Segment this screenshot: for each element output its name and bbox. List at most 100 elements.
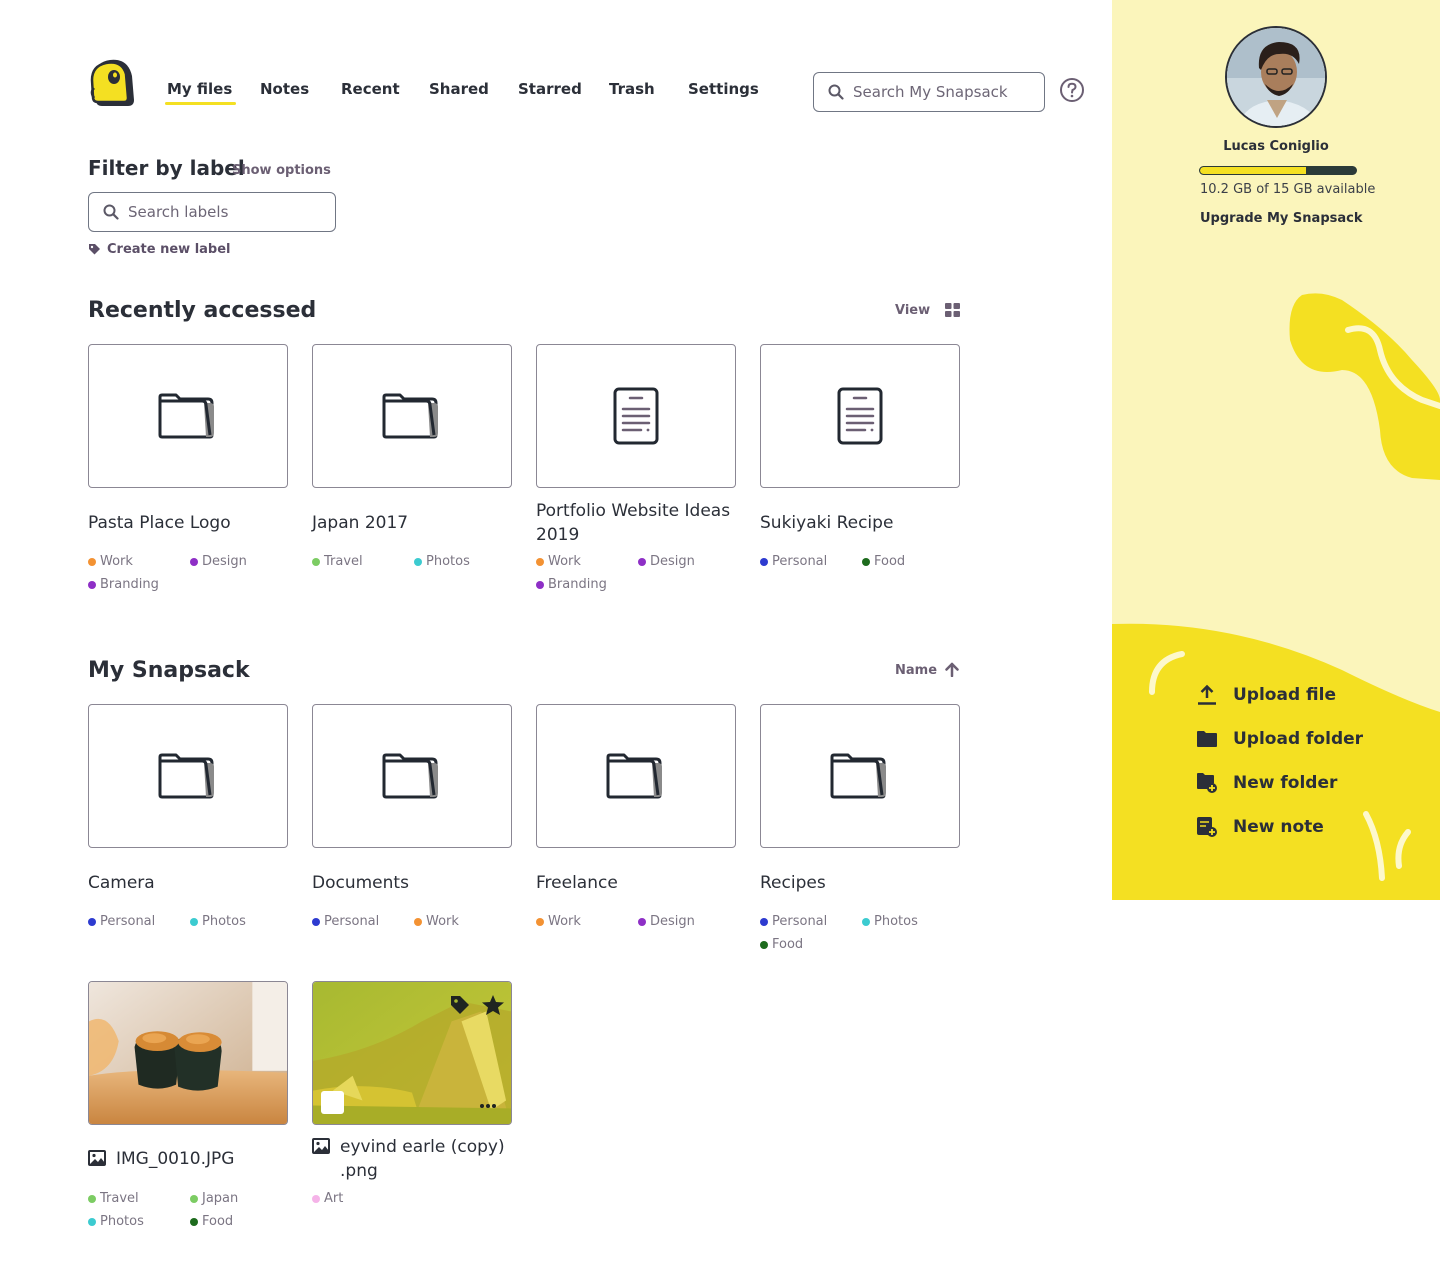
label-chip[interactable]: Work [88, 554, 133, 569]
image-title: eyvind earle (copy) .png [340, 1137, 505, 1181]
snapsack-logo[interactable] [88, 56, 138, 110]
storage-progress-bar [1199, 166, 1357, 175]
label-chip[interactable]: Work [536, 554, 581, 569]
user-name: Lucas Coniglio [1223, 139, 1329, 154]
folder-thumbnail[interactable] [760, 704, 960, 848]
search-labels-placeholder: Search labels [128, 203, 229, 221]
label-chip[interactable]: Design [190, 554, 247, 569]
more-options-icon[interactable] [479, 1103, 497, 1109]
search-input[interactable]: Search My Snapsack [813, 72, 1045, 112]
label-chip[interactable]: Work [536, 914, 581, 929]
image-thumbnail[interactable] [312, 981, 512, 1125]
image-title: IMG_0010.JPG [116, 1149, 235, 1169]
search-labels-input[interactable]: Search labels [88, 192, 336, 232]
upload-folder-label: Upload folder [1233, 729, 1364, 749]
note-thumbnail[interactable] [536, 344, 736, 488]
new-folder-label: New folder [1233, 773, 1338, 793]
file-title: Sukiyaki Recipe [760, 513, 894, 533]
folder-thumbnail[interactable] [88, 344, 288, 488]
folder-icon [1196, 728, 1218, 750]
sushi-photo [89, 982, 287, 1124]
label-chip[interactable]: Personal [312, 914, 379, 929]
image-card[interactable]: IMG_0010.JPG Travel Japan Photos Food [88, 981, 288, 1229]
upload-file-button[interactable]: Upload file [1196, 684, 1336, 706]
label-chip[interactable]: Design [638, 554, 695, 569]
new-folder-button[interactable]: New folder [1196, 772, 1337, 794]
show-options-link[interactable]: Show options [232, 163, 331, 178]
upload-folder-button[interactable]: Upload folder [1196, 728, 1363, 750]
image-thumbnail[interactable] [88, 981, 288, 1125]
tab-settings[interactable]: Settings [688, 80, 759, 98]
search-placeholder: Search My Snapsack [853, 83, 1008, 101]
tag-icon [89, 244, 100, 255]
grid-view-icon[interactable] [945, 303, 960, 317]
avatar[interactable] [1225, 26, 1327, 128]
label-chip[interactable]: Work [414, 914, 459, 929]
decorative-shapes [1112, 293, 1440, 900]
file-card[interactable]: Japan 2017 Travel Photos [312, 344, 512, 569]
label-chip[interactable]: Travel [88, 1191, 139, 1206]
label-chip[interactable]: Branding [88, 577, 159, 592]
tab-shared[interactable]: Shared [429, 80, 489, 98]
note-add-icon [1196, 816, 1218, 838]
folder-card[interactable]: Freelance Work Design [536, 704, 736, 929]
label-chip[interactable]: Food [190, 1214, 233, 1229]
file-title: Portfolio Website Ideas 2019 [536, 501, 731, 545]
arrow-up-icon[interactable] [945, 662, 959, 677]
label-chip[interactable]: Food [760, 937, 803, 952]
folder-icon [606, 753, 662, 799]
folder-icon [830, 753, 886, 799]
folder-card[interactable]: Recipes Personal Photos Food [760, 704, 960, 952]
upgrade-link[interactable]: Upgrade My Snapsack [1200, 211, 1363, 226]
label-chip[interactable]: Photos [414, 554, 470, 569]
create-label-text: Create new label [107, 242, 231, 257]
label-chip[interactable]: Personal [88, 914, 155, 929]
view-toggle-label[interactable]: View [895, 303, 930, 318]
note-icon [837, 387, 883, 445]
label-chip[interactable]: Personal [760, 914, 827, 929]
select-checkbox[interactable] [321, 1091, 344, 1114]
file-card[interactable]: Sukiyaki Recipe Personal Food [760, 344, 960, 569]
folder-title: Documents [312, 873, 409, 893]
new-note-label: New note [1233, 817, 1324, 837]
tab-trash[interactable]: Trash [609, 80, 655, 98]
label-chip[interactable]: Photos [88, 1214, 144, 1229]
filter-title: Filter by label [88, 156, 245, 180]
label-chip[interactable]: Design [638, 914, 695, 929]
tag-icon[interactable] [449, 994, 471, 1016]
search-icon [103, 204, 119, 220]
upload-file-label: Upload file [1233, 685, 1336, 705]
folder-thumbnail[interactable] [312, 344, 512, 488]
file-card[interactable]: Portfolio Website Ideas 2019 Work Design… [536, 344, 736, 592]
label-chip[interactable]: Branding [536, 577, 607, 592]
tab-my-files[interactable]: My files [164, 80, 237, 105]
create-label-link[interactable]: Create new label [88, 242, 231, 257]
tab-recent[interactable]: Recent [341, 80, 400, 98]
help-icon[interactable] [1059, 77, 1085, 103]
label-chip[interactable]: Photos [862, 914, 918, 929]
folder-card[interactable]: Camera Personal Photos [88, 704, 288, 929]
file-card[interactable]: Pasta Place Logo Work Design Branding [88, 344, 288, 592]
search-icon [828, 84, 844, 100]
account-panel: Lucas Coniglio 10.2 GB of 15 GB availabl… [1112, 0, 1440, 900]
sort-by-label[interactable]: Name [895, 663, 937, 678]
note-icon [613, 387, 659, 445]
label-chip[interactable]: Travel [312, 554, 363, 569]
note-thumbnail[interactable] [760, 344, 960, 488]
storage-text: 10.2 GB of 15 GB available [1200, 182, 1376, 197]
folder-card[interactable]: Documents Personal Work [312, 704, 512, 929]
tab-notes[interactable]: Notes [260, 80, 309, 98]
image-card[interactable]: eyvind earle (copy) .png Art [312, 981, 512, 1206]
label-chip[interactable]: Photos [190, 914, 246, 929]
label-chip[interactable]: Japan [190, 1191, 238, 1206]
star-icon[interactable] [481, 994, 505, 1016]
label-chip[interactable]: Food [862, 554, 905, 569]
tab-starred[interactable]: Starred [518, 80, 582, 98]
image-title-row: eyvind earle (copy) .png [312, 1135, 522, 1183]
label-chip[interactable]: Personal [760, 554, 827, 569]
folder-thumbnail[interactable] [536, 704, 736, 848]
label-chip[interactable]: Art [312, 1191, 343, 1206]
folder-thumbnail[interactable] [312, 704, 512, 848]
folder-thumbnail[interactable] [88, 704, 288, 848]
new-note-button[interactable]: New note [1196, 816, 1324, 838]
